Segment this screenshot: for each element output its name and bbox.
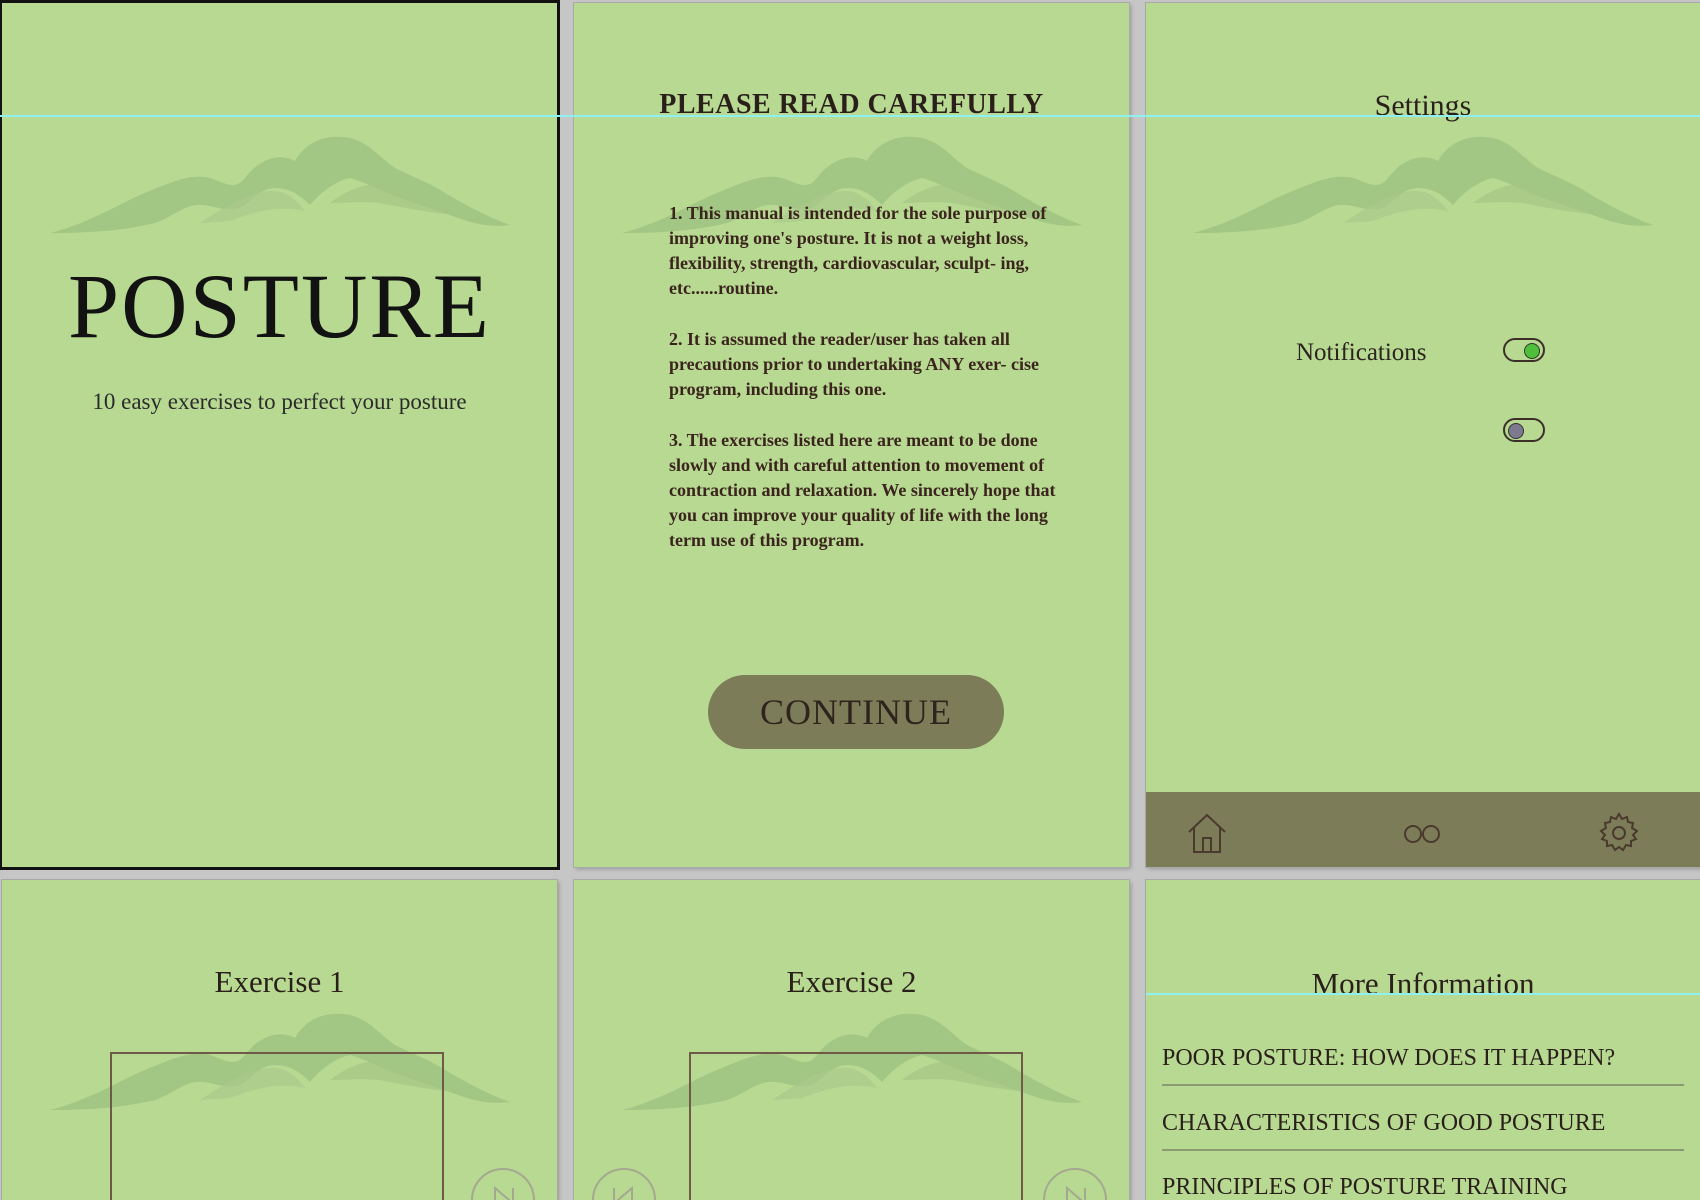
mountain-logo-icon	[1193, 133, 1653, 243]
next-button[interactable]	[471, 1168, 535, 1200]
screen-settings: Settings Notifications	[1146, 3, 1700, 867]
guide-line	[0, 115, 1700, 117]
settings-heading: Settings	[1374, 89, 1472, 122]
disclaimer-paragraph-3: 3. The exercises listed here are meant t…	[669, 430, 1056, 550]
info-link-posture-training[interactable]: PRINCIPLES OF POSTURE TRAINING	[1162, 1174, 1684, 1200]
previous-button[interactable]	[592, 1168, 656, 1200]
next-button[interactable]	[1043, 1168, 1107, 1200]
app-title: POSTURE	[68, 255, 491, 357]
skip-next-icon	[494, 1185, 514, 1200]
info-link-poor-posture[interactable]: POOR POSTURE: HOW DOES IT HAPPEN?	[1162, 1045, 1684, 1086]
toggle-knob	[1524, 343, 1540, 359]
bottom-nav-bar	[1146, 792, 1700, 867]
exercise-title: Exercise 1	[214, 964, 345, 999]
screen-exercise-2: Exercise 2	[574, 880, 1129, 1200]
skip-next-icon	[1066, 1185, 1086, 1200]
screen-splash: POSTURE 10 easy exercises to perfect you…	[2, 3, 557, 867]
more-info-heading: More Information	[1311, 966, 1535, 1001]
info-link-good-posture[interactable]: CHARACTERISTICS OF GOOD POSTURE	[1162, 1110, 1684, 1151]
disclaimer-paragraph-1: 1. This manual is intended for the sole …	[669, 203, 1047, 298]
exercise-media-frame	[110, 1052, 444, 1200]
exercise-media-frame	[689, 1052, 1023, 1200]
exercise-title: Exercise 2	[786, 964, 917, 999]
continue-button[interactable]: CONTINUE	[708, 675, 1004, 749]
app-subtitle: 10 easy exercises to perfect your postur…	[92, 389, 467, 414]
guide-line	[1146, 993, 1700, 995]
toggle-knob	[1508, 423, 1524, 439]
gear-icon[interactable]	[1596, 810, 1642, 856]
screen-more-information: More Information POOR POSTURE: HOW DOES …	[1146, 880, 1700, 1200]
notifications-label: Notifications	[1296, 339, 1427, 366]
home-icon[interactable]	[1184, 810, 1230, 856]
secondary-toggle[interactable]	[1503, 418, 1545, 442]
glasses-icon[interactable]	[1399, 810, 1445, 856]
screen-disclaimer: PLEASE READ CAREFULLY 1. This manual is …	[574, 3, 1129, 867]
disclaimer-paragraph-2: 2. It is assumed the reader/user has tak…	[669, 329, 1039, 399]
notifications-toggle[interactable]	[1503, 338, 1545, 362]
skip-previous-icon	[613, 1185, 633, 1200]
mountain-logo-icon	[50, 133, 510, 243]
screen-exercise-1: Exercise 1	[2, 880, 557, 1200]
